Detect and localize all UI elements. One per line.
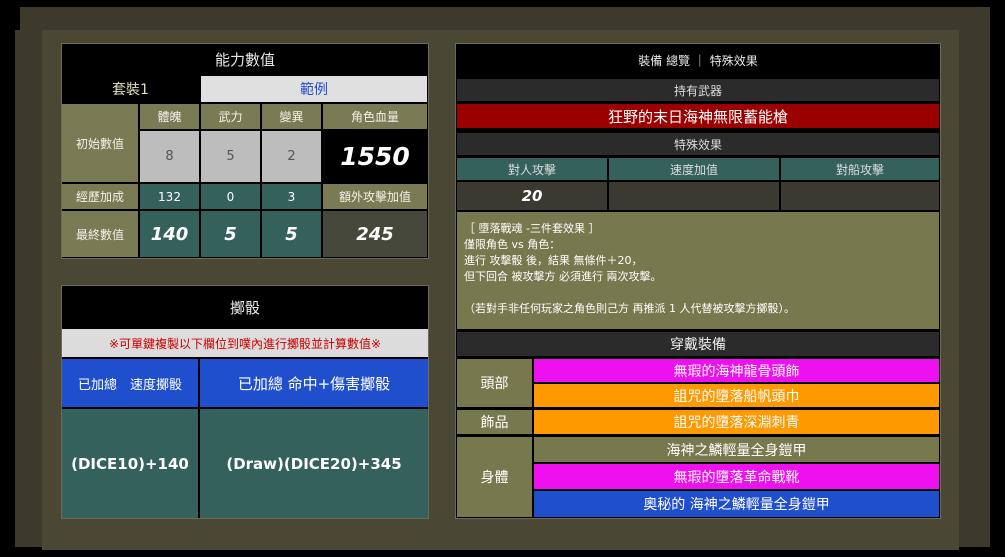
accessory-item-1: 詛咒的墮落深淵刺青 (534, 410, 939, 434)
hp-value: 1550 (323, 131, 427, 182)
slot-label-body: 身體 (457, 437, 532, 517)
head-item-1: 無瑕的海神龍骨頭飾 (534, 359, 939, 382)
effect-col-ship: 對船攻擊 (781, 158, 939, 180)
col-header-force: 武力 (201, 104, 260, 129)
exp-force: 0 (201, 184, 260, 209)
initial-mutation: 2 (262, 131, 321, 182)
slot-label-accessory: 飾品 (457, 410, 532, 434)
set-effect-spacer (464, 285, 932, 301)
body-item-3: 奧秘的 海神之鱗輕量全身鎧甲 (534, 491, 939, 517)
set-effect-line: 進行 攻擊骰 後，結果 無條件＋20， (464, 254, 643, 267)
hit-damage-roll-header: 已加總 命中+傷害擲骰 (200, 359, 428, 407)
weapon-header: 持有武器 (457, 79, 939, 101)
worn-header: 穿戴裝備 (457, 332, 939, 356)
example-tab[interactable]: 範例 (201, 76, 427, 102)
body-item-1: 海神之鱗輕量全身鎧甲 (534, 437, 939, 462)
effect-col-pvp: 對人攻擊 (457, 158, 607, 180)
final-mutation: 5 (262, 211, 321, 257)
row-label-experience: 經歷加成 (62, 184, 138, 209)
head-item-2: 詛咒的墮落船帆頭巾 (534, 384, 939, 407)
effect-header: 特殊效果 (457, 133, 939, 155)
body-item-2: 無瑕的墮落革命戰靴 (534, 464, 939, 489)
effect-col-speed: 速度加值 (609, 158, 779, 180)
initial-force: 5 (201, 131, 260, 182)
final-body: 140 (140, 211, 199, 257)
row-label-final: 最終數值 (62, 211, 138, 257)
hit-damage-roll-command[interactable]: (Draw)(DICE20)+345 (200, 409, 428, 518)
set-label: 套裝1 (62, 76, 199, 102)
equipment-panel: 裝備 總覽 ｜ 特殊效果 持有武器 狂野的末日海神無限蓄能槍 特殊效果 對人攻擊… (455, 43, 941, 519)
col-header-body: 體魄 (140, 104, 199, 129)
dice-notice: ※可單鍵複製以下欄位到噗內進行擲骰並計算數值※ (62, 329, 428, 357)
effect-value-ship (781, 182, 939, 210)
set-effect-line: 但下回合 被攻擊方 必須進行 兩次攻擊。 (464, 270, 662, 283)
weapon-name: 狂野的末日海神無限蓄能槍 (457, 104, 939, 128)
set-effect-line: 僅限角色 vs 角色： (464, 238, 561, 251)
frame-corner (0, 0, 20, 30)
row-label-initial: 初始數值 (62, 104, 138, 182)
speed-roll-header: 已加總 速度擲骰 (62, 359, 198, 407)
initial-body: 8 (140, 131, 199, 182)
slot-label-head: 頭部 (457, 359, 532, 407)
col-header-hp: 角色血量 (323, 104, 427, 129)
stats-title: 能力數值 (62, 44, 428, 74)
set-effect-line: ［ 墮落戰魂 -三件套效果 ］ (464, 222, 600, 235)
dice-panel: 擲骰 ※可單鍵複製以下欄位到噗內進行擲骰並計算數值※ 已加總 速度擲骰 已加總 … (61, 285, 429, 519)
stats-panel: 能力數值 套裝1 範例 初始數值 體魄 武力 變異 角色血量 8 5 2 155… (61, 43, 429, 259)
final-force: 5 (201, 211, 260, 257)
extra-attack-value: 245 (323, 211, 427, 257)
exp-mutation: 3 (262, 184, 321, 209)
speed-roll-command[interactable]: (DICE10)+140 (62, 409, 198, 518)
equip-title: 裝備 總覽 ｜ 特殊效果 (456, 44, 940, 77)
dice-title: 擲骰 (62, 286, 428, 328)
col-header-mutation: 變異 (262, 104, 321, 129)
set-effect-line: （若對手非任何玩家之角色則己方 再推派 1 人代替被攻擊方擲骰）。 (464, 302, 795, 315)
effect-value-pvp: 20 (457, 182, 607, 210)
exp-body: 132 (140, 184, 199, 209)
set-effect-description: ［ 墮落戰魂 -三件套效果 ］ 僅限角色 vs 角色： 進行 攻擊骰 後，結果 … (457, 212, 939, 329)
extra-attack-label: 額外攻擊加值 (323, 184, 427, 209)
effect-value-speed (609, 182, 779, 210)
